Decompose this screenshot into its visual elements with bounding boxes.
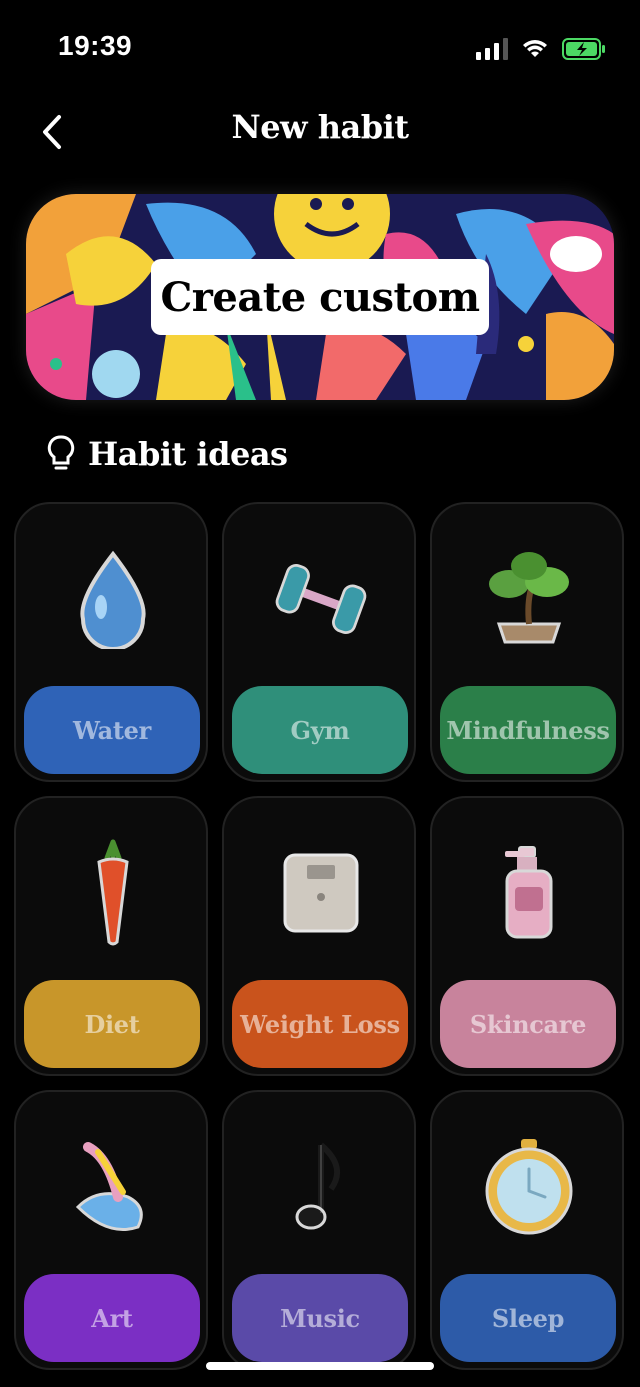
clock-icon	[479, 1132, 579, 1242]
bonsai-icon	[479, 544, 579, 654]
music-note-icon	[271, 1132, 371, 1242]
habit-ideas-header: Habit ideas	[46, 430, 288, 478]
habit-card-skincare[interactable]: Skincare	[430, 796, 624, 1076]
habit-card-weight-loss[interactable]: Weight Loss	[222, 796, 416, 1076]
habit-label-sleep: Sleep	[440, 1274, 616, 1362]
habit-label-mindfulness: Mindfulness	[440, 686, 616, 774]
habit-label-weight-loss: Weight Loss	[232, 980, 408, 1068]
habit-card-mindfulness[interactable]: Mindfulness	[430, 502, 624, 782]
page-title: New habit	[231, 108, 409, 146]
habit-label-diet: Diet	[24, 980, 200, 1068]
section-title: Habit ideas	[88, 435, 288, 473]
nav-bar: New habit	[0, 100, 640, 164]
water-drop-icon	[63, 544, 163, 654]
status-icons	[476, 38, 606, 60]
habit-label-skincare: Skincare	[440, 980, 616, 1068]
paintbrush-icon	[63, 1132, 163, 1242]
scale-icon	[271, 838, 371, 948]
status-bar: 19:39	[0, 0, 640, 100]
habit-card-gym[interactable]: Gym	[222, 502, 416, 782]
dumbbell-icon	[271, 544, 371, 654]
habit-card-sleep[interactable]: Sleep	[430, 1090, 624, 1370]
habit-label-music: Music	[232, 1274, 408, 1362]
habit-card-music[interactable]: Music	[222, 1090, 416, 1370]
status-time: 19:39	[58, 30, 133, 61]
habit-card-diet[interactable]: Diet	[14, 796, 208, 1076]
lightbulb-icon	[47, 435, 75, 470]
home-indicator[interactable]	[206, 1362, 434, 1370]
create-custom-label[interactable]: Create custom	[151, 259, 489, 335]
carrot-icon	[63, 838, 163, 948]
battery-charging-icon	[562, 38, 605, 60]
habit-card-art[interactable]: Art	[14, 1090, 208, 1370]
habit-card-water[interactable]: Water	[14, 502, 208, 782]
cellular-signal-icon	[476, 38, 508, 60]
habit-label-art: Art	[24, 1274, 200, 1362]
habit-label-gym: Gym	[232, 686, 408, 774]
wifi-icon	[523, 40, 547, 57]
habit-label-water: Water	[24, 686, 200, 774]
lotion-bottle-icon	[479, 838, 579, 948]
